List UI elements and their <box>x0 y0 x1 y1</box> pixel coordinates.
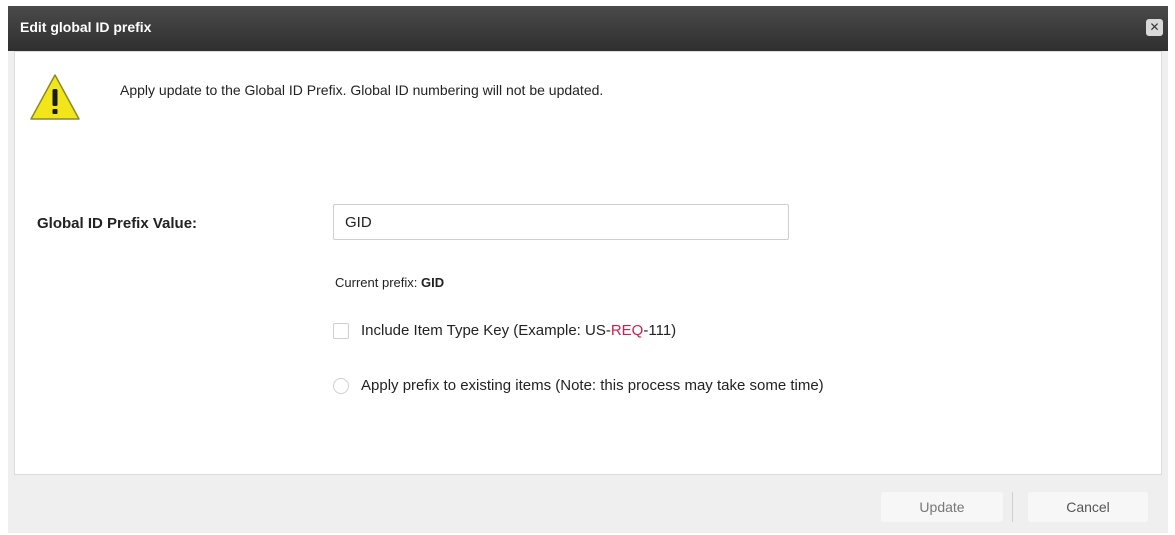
close-button[interactable]: ✕ <box>1146 19 1163 36</box>
apply-existing-label: Apply prefix to existing items (Note: th… <box>361 377 824 394</box>
prefix-field-label: Global ID Prefix Value: <box>37 215 198 232</box>
current-prefix-value: GID <box>421 275 445 290</box>
dialog-content: Apply update to the Global ID Prefix. Gl… <box>14 51 1162 475</box>
warning-message: Apply update to the Global ID Prefix. Gl… <box>120 82 604 98</box>
apply-existing-radio[interactable] <box>333 377 349 394</box>
prefix-input[interactable] <box>333 204 789 240</box>
footer-divider <box>1012 492 1013 522</box>
apply-existing-option[interactable]: Apply prefix to existing items (Note: th… <box>333 377 824 394</box>
dialog-titlebar: Edit global ID prefix ✕ <box>8 6 1168 51</box>
include-item-type-option[interactable]: Include Item Type Key (Example: US-REQ-1… <box>333 322 676 339</box>
current-prefix-text: Current prefix: GID <box>335 275 444 290</box>
cancel-button[interactable]: Cancel <box>1028 492 1148 522</box>
include-item-type-checkbox[interactable] <box>333 322 349 339</box>
include-item-type-label: Include Item Type Key (Example: US-REQ-1… <box>361 322 677 339</box>
close-icon: ✕ <box>1149 20 1160 34</box>
current-prefix-label: Current prefix: <box>335 275 418 290</box>
update-button[interactable]: Update <box>881 492 1003 522</box>
edit-global-id-prefix-dialog: Edit global ID prefix ✕ Apply update to … <box>8 6 1168 533</box>
dialog-title: Edit global ID prefix <box>20 19 152 35</box>
warning-icon <box>30 74 80 120</box>
